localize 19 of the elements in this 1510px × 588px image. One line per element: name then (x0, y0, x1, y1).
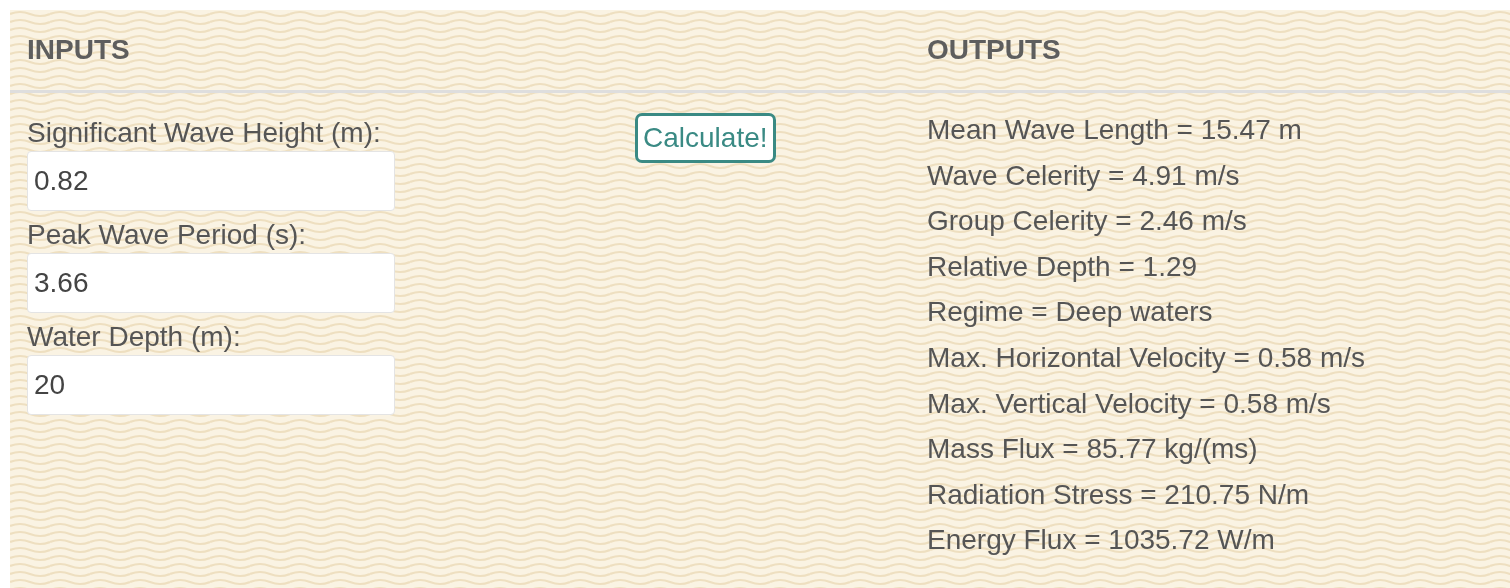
output-line: Relative Depth = 1.29 (927, 249, 1199, 284)
calculate-button[interactable]: Calculate! (635, 113, 776, 163)
output-line: Mean Wave Length = 15.47 m (927, 113, 1303, 147)
output-line: Radiation Stress = 210.75 N/m (927, 477, 1311, 512)
output-line: Energy Flux = 1035.72 W/m (927, 523, 1276, 558)
output-line: Group Celerity = 2.46 m/s (927, 204, 1248, 239)
field-label: Significant Wave Height (m): (27, 116, 382, 150)
input-field[interactable]: 20 (27, 355, 395, 415)
output-line: Mass Flux = 85.77 kg/(ms) (927, 432, 1259, 467)
input-field[interactable]: 3.66 (27, 253, 395, 313)
output-line: Wave Celerity = 4.91 m/s (927, 158, 1241, 193)
field-label: Peak Wave Period (s): (27, 218, 308, 252)
section-heading: OUTPUTS (927, 34, 1062, 66)
output-line: Regime = Deep waters (927, 295, 1214, 330)
output-line: Max. Vertical Velocity = 0.58 m/s (927, 386, 1332, 421)
output-line: Max. Horizontal Velocity = 0.58 m/s (927, 340, 1367, 375)
section-heading: INPUTS (27, 34, 131, 66)
input-field[interactable]: 0.82 (27, 151, 395, 211)
field-label: Water Depth (m): (27, 320, 242, 354)
